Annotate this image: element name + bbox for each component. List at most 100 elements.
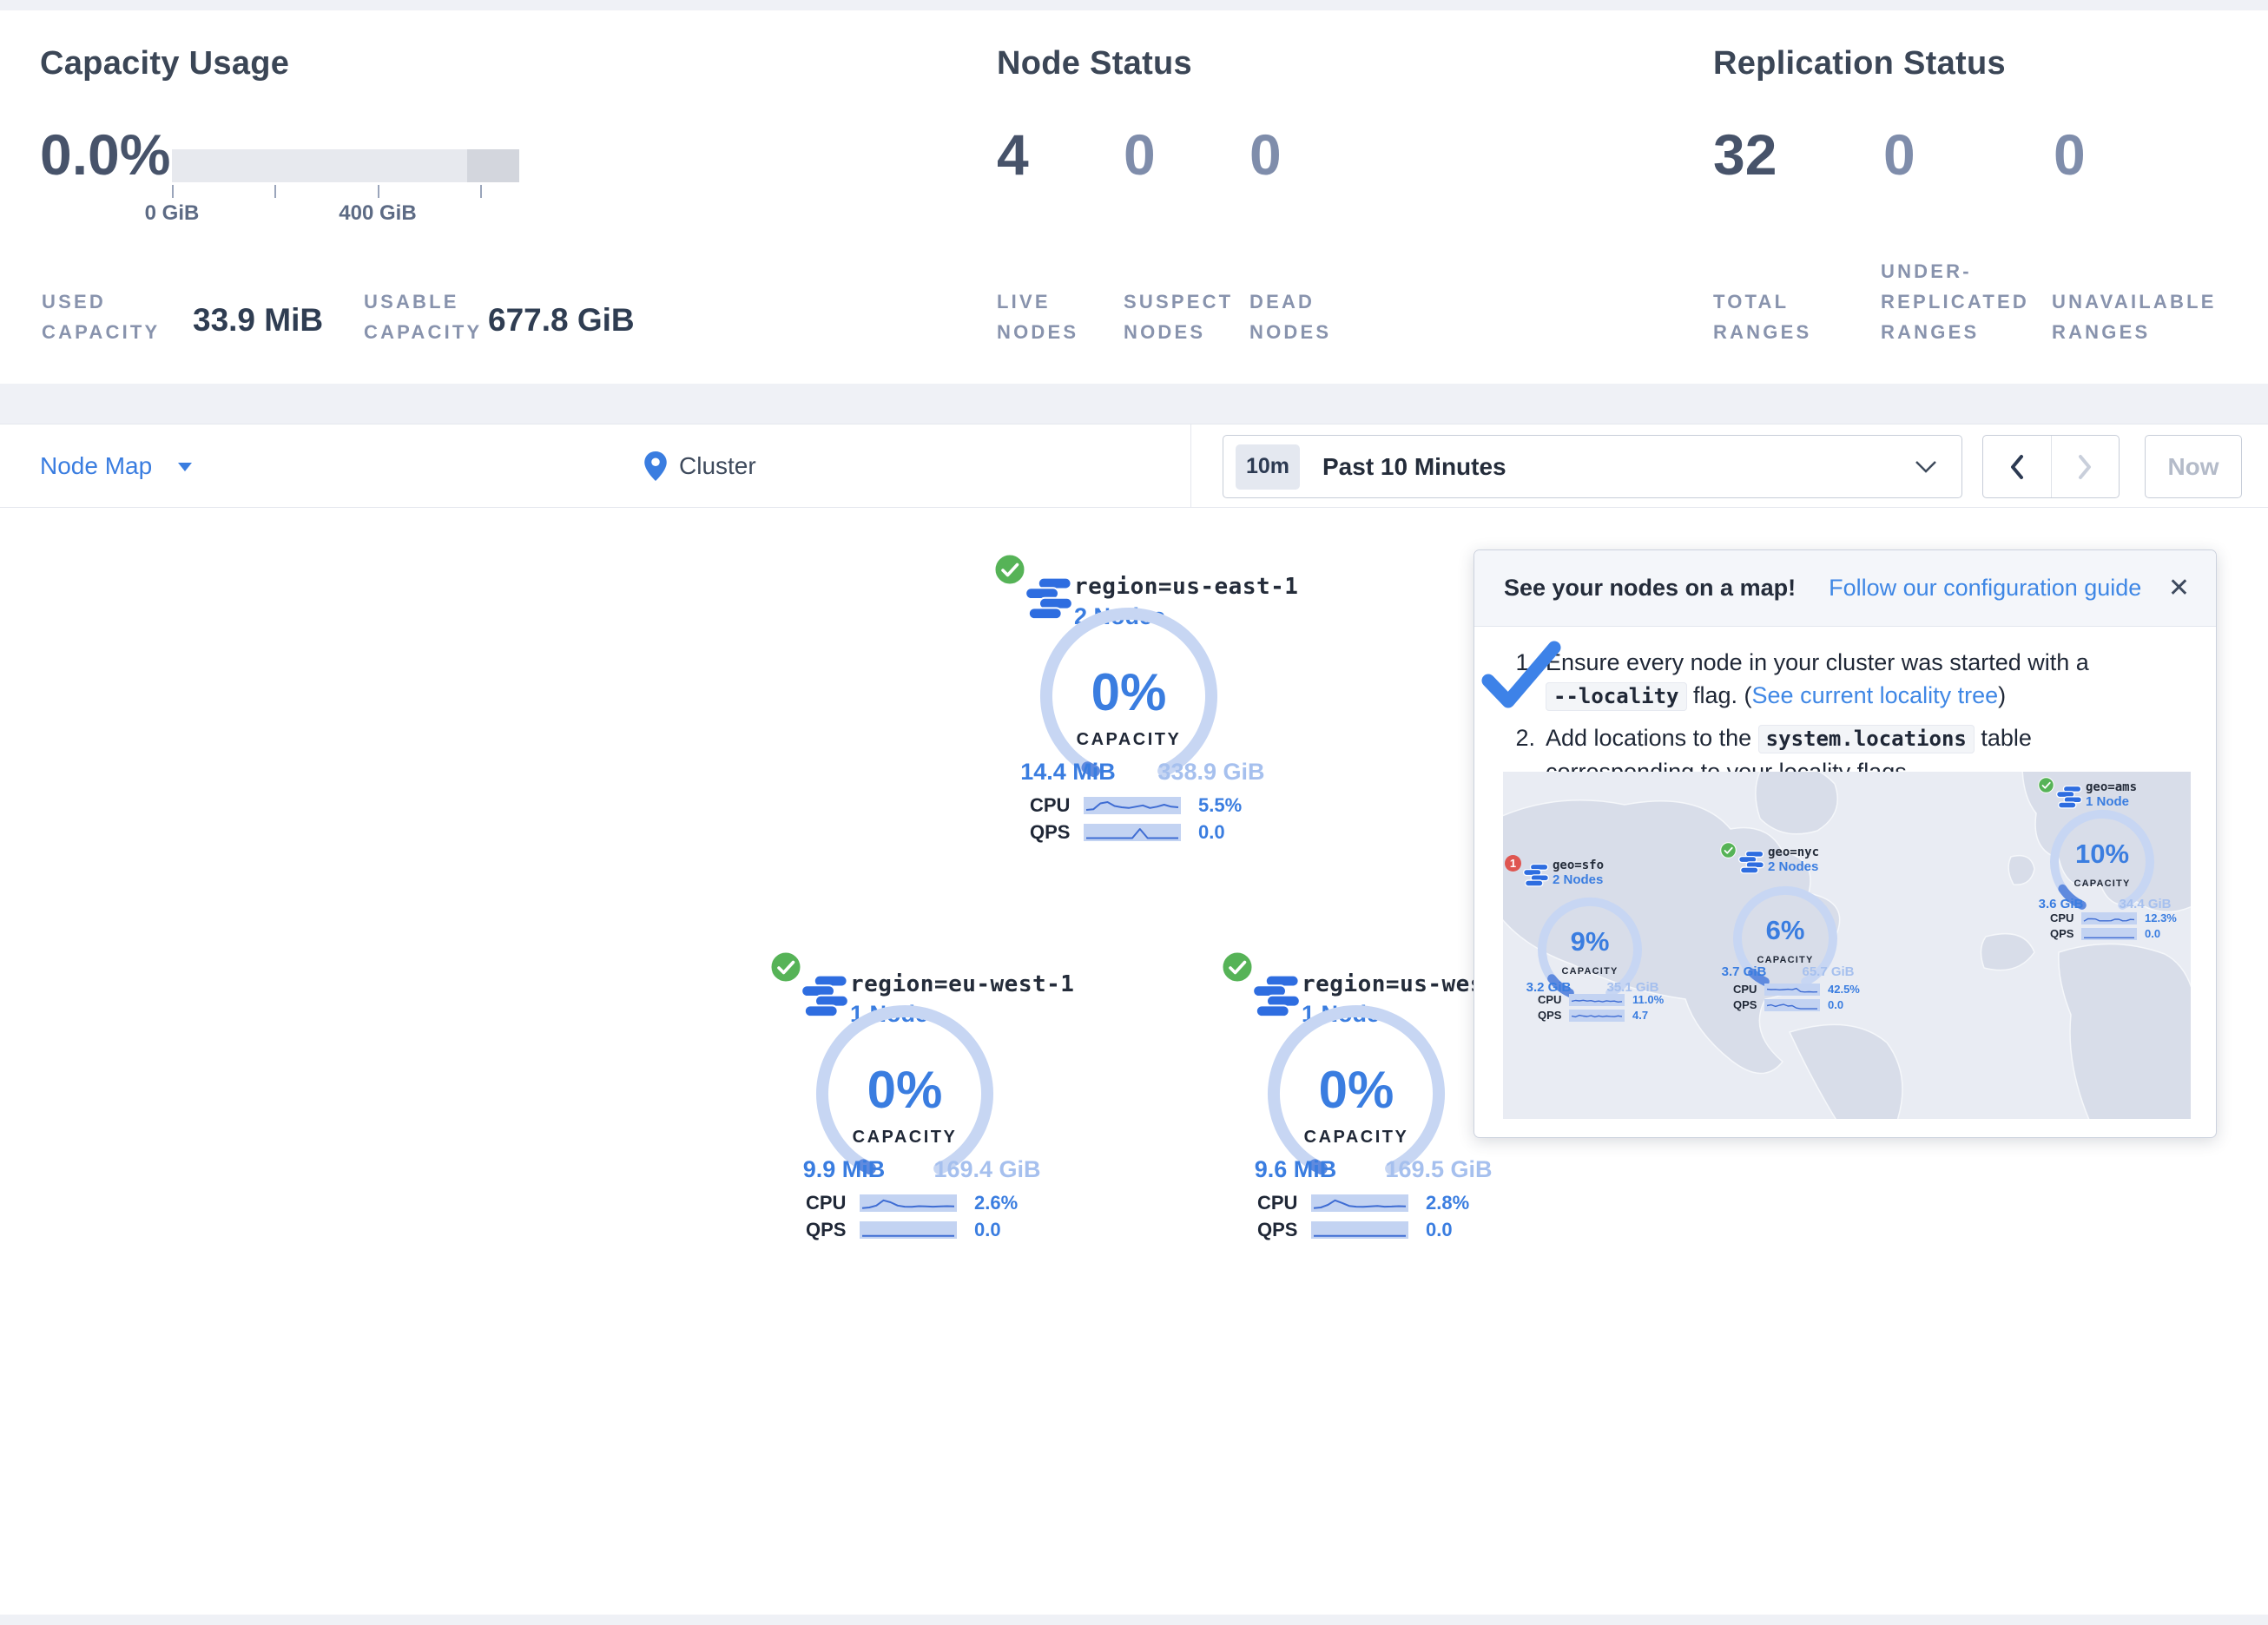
database-stack-icon	[1738, 851, 1764, 874]
suspect-nodes-count: 0	[1124, 122, 1156, 188]
popup-instructions: 1. Ensure every node in your cluster was…	[1474, 627, 2216, 788]
cluster-summary-section: Capacity Usage 0.0% 0 GiB 400 GiB USEDCA…	[0, 10, 2268, 384]
capacity-gauge-percent: 0%	[1262, 1060, 1451, 1120]
section-divider	[0, 384, 2268, 424]
healthy-check-icon	[769, 951, 802, 984]
locality-tree-link[interactable]: See current locality tree	[1752, 682, 1999, 708]
time-next-button[interactable]	[2052, 436, 2120, 497]
map-node-geo-nyc[interactable]: geo=nyc 2 Nodes 6% CAPACITY 3.7 GiB 65.7…	[1698, 845, 1872, 874]
cpu-sparkline	[1084, 797, 1181, 814]
healthy-check-icon	[1720, 842, 1737, 859]
dead-nodes-label: DEADNODES	[1249, 286, 1331, 347]
region-group-eu-west-1[interactable]: region=eu-west-1 1 Node 0% CAPACITY 9.9 …	[766, 949, 1058, 1248]
capacity-gauge-caption: CAPACITY	[1034, 730, 1223, 750]
dead-nodes-count: 0	[1249, 122, 1282, 188]
close-icon[interactable]: ✕	[2168, 576, 2190, 602]
qps-value: 0.0	[1828, 998, 1843, 1011]
qps-metric-row: QPS 0.0	[1030, 821, 1225, 844]
map-node-geo-ams[interactable]: geo=ams 1 Node 10% CAPACITY 3.6 GiB 34.4…	[2015, 780, 2189, 809]
qps-sparkline	[1764, 999, 1820, 1011]
cpu-metric-row: CPU 12.3%	[2050, 911, 2177, 924]
used-capacity-value: 9.6 MiB	[1235, 1156, 1356, 1183]
map-node-header: geo=nyc 2 Nodes	[1720, 845, 1872, 874]
qps-value: 4.7	[1632, 1009, 1648, 1022]
axis-tick	[172, 185, 174, 198]
total-capacity-value: 65.7 GiB	[1787, 964, 1869, 979]
cpu-value: 2.8%	[1426, 1192, 1469, 1214]
qps-value: 0.0	[1198, 821, 1225, 844]
breadcrumb-cluster[interactable]: Cluster	[644, 424, 756, 507]
qps-sparkline	[1084, 824, 1181, 841]
cpu-metric-row: CPU 11.0%	[1538, 993, 1664, 1006]
bottom-page-margin	[0, 1615, 2268, 1625]
view-selector-node-map[interactable]: Node Map	[40, 424, 194, 507]
usable-capacity-value: 677.8 GiB	[488, 302, 635, 339]
capacity-bar-reserved-segment	[467, 149, 519, 182]
chevron-down-icon	[1915, 460, 1937, 474]
qps-sparkline	[1569, 1010, 1625, 1022]
qps-value: 0.0	[974, 1219, 1001, 1241]
cpu-label: CPU	[1030, 794, 1080, 817]
cpu-sparkline	[2081, 912, 2137, 924]
axis-tick	[274, 185, 276, 198]
capacity-gauge-caption: CAPACITY	[1533, 966, 1646, 977]
region-group-us-east-1[interactable]: region=us-east-1 2 Nodes 0% CAPACITY 14.…	[990, 551, 1282, 851]
chevron-left-icon	[2009, 454, 2025, 480]
usable-capacity-label: USABLECAPACITY	[364, 286, 482, 347]
capacity-gauge-percent: 0%	[810, 1060, 999, 1120]
qps-value: 0.0	[1426, 1219, 1453, 1241]
unavailable-ranges-label: UNAVAILABLERANGES	[2052, 286, 2217, 347]
suspect-count-badge: 1	[1505, 855, 1521, 872]
step-1: 1. Ensure every node in your cluster was…	[1504, 646, 2185, 713]
map-node-geo-sfo[interactable]: 1 geo=sfo 2 Nodes 9% CAPACI	[1503, 859, 1677, 887]
qps-sparkline	[2081, 928, 2137, 940]
region-group-us-west-1[interactable]: region=us-west-1 1 Node 0% CAPACITY 9.6 …	[1217, 949, 1509, 1248]
cpu-value: 12.3%	[2145, 911, 2177, 924]
total-capacity-value: 338.9 GiB	[1150, 759, 1272, 786]
axis-tick	[378, 185, 379, 198]
breadcrumb-label: Cluster	[679, 452, 756, 480]
node-status-title: Node Status	[997, 45, 1192, 82]
under-replicated-count: 0	[1883, 122, 1915, 188]
node-map-canvas: region=us-east-1 2 Nodes 0% CAPACITY 14.…	[0, 508, 2268, 1615]
time-prev-button[interactable]	[1983, 436, 2052, 497]
used-capacity-value: 14.4 MiB	[1007, 759, 1129, 786]
total-ranges-label: TOTALRANGES	[1713, 286, 1811, 347]
capacity-gauge-percent: 10%	[2046, 839, 2159, 870]
qps-label: QPS	[1733, 998, 1764, 1011]
cpu-sparkline	[1764, 984, 1820, 996]
time-nav-group	[1982, 435, 2120, 498]
qps-metric-row: QPS 0.0	[2050, 927, 2160, 940]
cpu-value: 11.0%	[1632, 993, 1664, 1006]
popup-header: See your nodes on a map! Follow our conf…	[1474, 550, 2216, 627]
cpu-value: 5.5%	[1198, 794, 1242, 817]
configuration-guide-link[interactable]: Follow our configuration guide	[1829, 575, 2141, 602]
chevron-right-icon	[2077, 454, 2093, 480]
axis-tick-label: 0 GiB	[102, 201, 241, 226]
capacity-percent: 0.0%	[40, 122, 170, 188]
time-range-dropdown[interactable]: 10m Past 10 Minutes	[1223, 435, 1962, 498]
under-replicated-label: UNDER-REPLICATEDRANGES	[1881, 256, 2029, 347]
qps-sparkline	[860, 1221, 957, 1239]
map-node-header: 1 geo=sfo 2 Nodes	[1505, 859, 1677, 887]
suspect-nodes-label: SUSPECTNODES	[1124, 286, 1233, 347]
cpu-value: 42.5%	[1828, 983, 1860, 996]
qps-metric-row: QPS 0.0	[1257, 1219, 1453, 1241]
cpu-label: CPU	[1733, 983, 1764, 996]
cpu-sparkline	[1569, 994, 1625, 1006]
live-nodes-label: LIVENODES	[997, 286, 1078, 347]
locality-flag-code: --locality	[1546, 682, 1687, 711]
used-capacity-value: 9.9 MiB	[783, 1156, 905, 1183]
capacity-bar-chart: 0 GiB 400 GiB	[172, 149, 519, 182]
cpu-metric-row: CPU 42.5%	[1733, 983, 1860, 996]
node-map-setup-popup: See your nodes on a map! Follow our conf…	[1474, 549, 2217, 1138]
cpu-label: CPU	[2050, 911, 2081, 924]
qps-label: QPS	[1538, 1009, 1569, 1022]
database-stack-icon	[1523, 864, 1549, 887]
capacity-usage-title: Capacity Usage	[40, 45, 289, 82]
locality-label: geo=nyc	[1768, 845, 1819, 859]
time-now-button[interactable]: Now	[2145, 435, 2242, 498]
cpu-metric-row: CPU 2.8%	[1257, 1192, 1469, 1214]
axis-tick	[480, 185, 482, 198]
cpu-metric-row: CPU 2.6%	[806, 1192, 1018, 1214]
